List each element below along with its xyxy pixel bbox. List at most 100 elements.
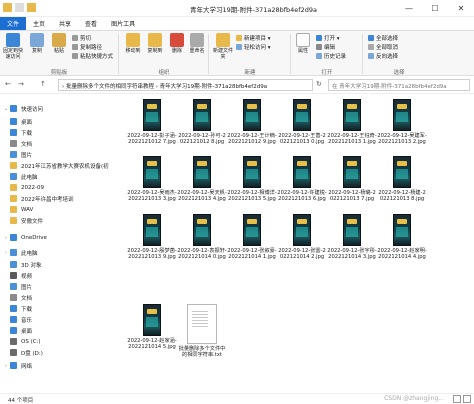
file-item[interactable]: 2022-09-12-王计楠-2022121012 9.jpg (227, 99, 277, 146)
nav-item[interactable]: › OneDrive (0, 232, 118, 243)
path-icon (72, 44, 78, 50)
refresh-button[interactable]: ↻ (316, 80, 322, 88)
select-all-button[interactable]: 全部选择 (368, 34, 398, 42)
nav-item[interactable]: D盘 (D:) (0, 347, 118, 358)
nav-item[interactable]: 2022-09 (0, 182, 118, 193)
nav-item[interactable]: 下载 (0, 303, 118, 314)
file-item[interactable]: 2022-09-12-张叙豪-2022121014 1.jpg (227, 214, 277, 261)
chevron-icon[interactable]: › (2, 363, 10, 369)
nav-item[interactable]: 桌面 (0, 325, 118, 336)
pin-button[interactable]: 固定到快速访问 (2, 33, 24, 60)
nav-item[interactable]: 安傲文件 (0, 215, 118, 226)
nav-item-icon (10, 261, 17, 268)
file-name: 2022-09-12-相博洋-2022121013 5.jpg (227, 190, 277, 203)
details-view-button[interactable] (453, 395, 461, 403)
file-item[interactable]: 2022-09-12-彭子涵-2022121012 7.jpg (127, 99, 177, 146)
select-none-icon (368, 44, 374, 50)
history-button[interactable]: 历史记录 (316, 52, 346, 60)
nav-item[interactable]: 桌面 (0, 116, 118, 127)
nav-item-label: OS (C:) (21, 338, 41, 345)
new-folder-button[interactable]: 新建文件夹 (212, 33, 234, 60)
address-bar[interactable]: › 批量删除多个文件的相同字符串教程 › 青年大学习19期-附件-371a28b… (58, 79, 313, 91)
address-row: ← → ↑ › 批量删除多个文件的相同字符串教程 › 青年大学习19期-附件-3… (0, 76, 474, 94)
nav-item[interactable]: 文档 (0, 138, 118, 149)
nav-item[interactable]: WAV (0, 204, 118, 215)
file-name: 批量删除多个文件中的相同字符串.txt (178, 346, 226, 359)
file-item[interactable]: 2022-09-12-张雷-2022121014 2.jpg (277, 214, 327, 261)
chevron-icon[interactable]: › (2, 235, 10, 241)
move-to-button[interactable]: 移动到 (122, 33, 144, 54)
delete-button[interactable]: 删除 (166, 33, 188, 54)
nav-item[interactable]: 视频 (0, 270, 118, 281)
properties-icon[interactable] (15, 3, 24, 12)
file-item[interactable]: 2022-09-12-许建锐-2022121013 6.jpg (277, 156, 327, 203)
properties-button[interactable]: 属性 (292, 33, 314, 54)
forward-button[interactable]: → (18, 80, 24, 88)
chevron-icon[interactable]: › (2, 250, 10, 256)
nav-item-icon (10, 195, 17, 202)
search-input[interactable]: 在 青年大学习19期-附件-371a28bfb4ef2d9a (328, 79, 470, 91)
nav-item[interactable]: ⌄ 快速访问 (0, 103, 118, 114)
chevron-icon[interactable]: ⌄ (2, 106, 10, 112)
paste-button[interactable]: 粘贴 (48, 33, 70, 54)
edit-button[interactable]: 编辑 (316, 43, 335, 51)
tab-file[interactable]: 文件 (0, 17, 27, 30)
file-item[interactable]: 2022-09-12-袁振轩-2022121014 0.jpg (177, 214, 227, 261)
file-item[interactable]: 2022-09-12-相博洋-2022121013 5.jpg (227, 156, 277, 203)
nav-item[interactable]: 2022年许昌中考培训 (0, 193, 118, 204)
file-item[interactable]: 2022-09-12-杨建-2022121013 8.jpg (377, 156, 427, 203)
close-button[interactable]: ✕ (448, 0, 474, 17)
nav-item[interactable]: 图片 (0, 281, 118, 292)
tab-picture-tools[interactable]: 图片工具 (104, 17, 142, 30)
file-item[interactable]: 2022-09-12-王钰奇-2022121013 1.jpg (327, 99, 377, 146)
nav-item[interactable]: 文档 (0, 292, 118, 303)
file-item[interactable]: 2022-09-12-赵家涵-2022121014 5.jpg (127, 304, 177, 351)
paste-shortcut-button[interactable]: 粘贴快捷方式 (72, 52, 113, 60)
copy-path-button[interactable]: 复制路径 (72, 43, 102, 51)
nav-item[interactable]: 下载 (0, 127, 118, 138)
nav-item[interactable]: OS (C:) (0, 336, 118, 347)
open-button[interactable]: 打开 ▾ (316, 34, 340, 42)
nav-item-label: 2022-09 (21, 184, 44, 191)
file-item[interactable]: 2022-09-12-吴雨杰-2022121013 3.jpg (127, 156, 177, 203)
nav-item[interactable]: › 网络 (0, 360, 118, 371)
file-item[interactable]: 2022-09-12-孙可-2022121012 8.jpg (177, 99, 227, 146)
file-item[interactable]: 2022-09-12-赵家明-2022121014 4.jpg (377, 214, 427, 261)
new-folder-icon[interactable] (27, 3, 36, 12)
invert-selection-icon (368, 53, 374, 59)
file-item[interactable]: 2022-09-12-王善-2022121013 0.jpg (277, 99, 327, 146)
nav-item[interactable]: 此电脑 (0, 171, 118, 182)
file-item[interactable]: 2022-09-12-吴建军-2022121013 2.jpg (377, 99, 427, 146)
nav-item[interactable]: 图片 (0, 149, 118, 160)
maximize-button[interactable]: ☐ (422, 0, 448, 17)
tab-share[interactable]: 共享 (52, 17, 78, 30)
file-name: 2022-09-12-孙可-2022121012 8.jpg (178, 133, 226, 146)
new-item-button[interactable]: 新建项目 ▾ (236, 34, 271, 42)
easy-access-button[interactable]: 轻松访问 ▾ (236, 43, 271, 51)
file-item[interactable]: 2022-09-12-殷梦菡-2022121013 9.jpg (127, 214, 177, 261)
nav-item[interactable]: › 此电脑 (0, 247, 118, 258)
nav-item[interactable]: 2021年江苏省教学大赛农机设备(初 (0, 160, 118, 171)
nav-item-label: 视频 (21, 273, 33, 280)
copy-button[interactable]: 复制 (26, 33, 48, 54)
rename-button[interactable]: 重命名 (186, 33, 208, 54)
copy-to-button[interactable]: 复制到 (144, 33, 166, 54)
nav-item-icon (10, 362, 17, 369)
select-none-button[interactable]: 全部取消 (368, 43, 398, 51)
tab-view[interactable]: 查看 (78, 17, 104, 30)
file-name: 2022-09-12-杨建-2022121013 8.jpg (378, 190, 426, 203)
invert-selection-button[interactable]: 反向选择 (368, 52, 398, 60)
nav-item[interactable]: 3D 对象 (0, 259, 118, 270)
image-thumbnail (343, 214, 361, 246)
file-item[interactable]: 2022-09-12-吴天帆-2022121013 4.jpg (177, 156, 227, 203)
file-item[interactable]: 2022-09-12-张宇彤-2022121014 3.jpg (327, 214, 377, 261)
up-button[interactable]: ↑ (40, 80, 46, 88)
tab-home[interactable]: 主页 (26, 17, 52, 30)
minimize-button[interactable]: — (396, 0, 422, 17)
cut-button[interactable]: 剪切 (72, 34, 91, 42)
file-item[interactable]: 2022-09-12-杨璐-2022121013 7.jpg (327, 156, 377, 203)
nav-item[interactable]: 音乐 (0, 314, 118, 325)
back-button[interactable]: ← (5, 80, 11, 88)
file-item[interactable]: 批量删除多个文件中的相同字符串.txt (177, 304, 227, 359)
large-icons-view-button[interactable] (463, 395, 471, 403)
